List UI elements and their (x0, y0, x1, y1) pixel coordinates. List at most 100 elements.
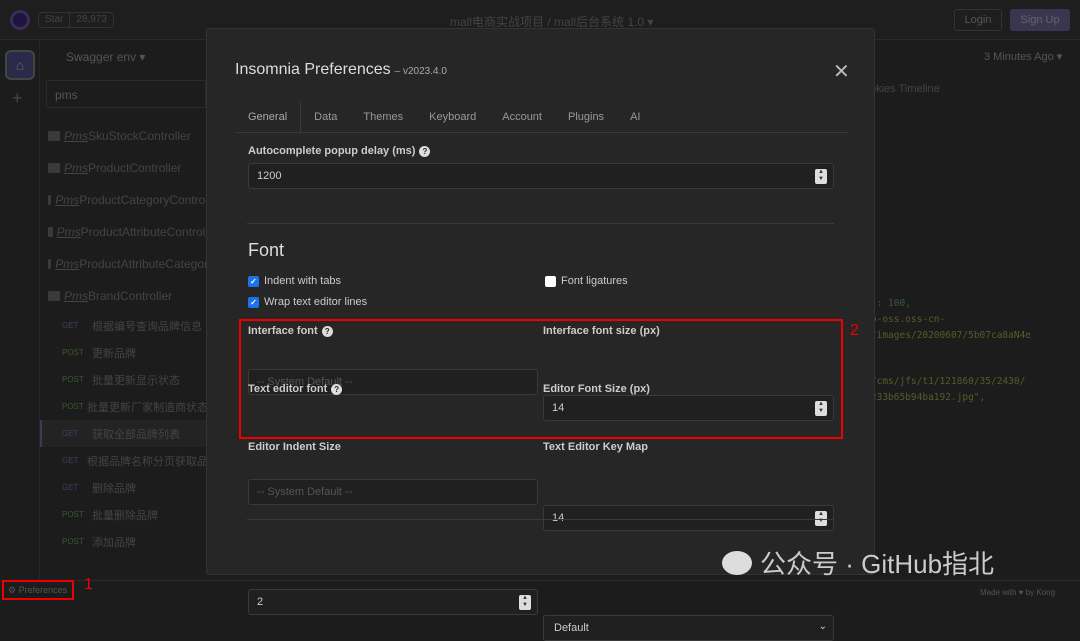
folder-name: ProductAttributeControll (80, 225, 208, 239)
folder-prefix: Pms (64, 161, 88, 175)
editor-font-input[interactable]: -- System Default -- (248, 479, 538, 505)
home-icon[interactable]: ⌂ (5, 50, 35, 80)
folder-item[interactable]: Pms SkuStockController (48, 120, 208, 152)
tab-plugins[interactable]: Plugins (555, 101, 617, 132)
help-icon[interactable]: ? (419, 145, 431, 157)
method-badge: POST (62, 510, 84, 519)
value: 2 (257, 596, 264, 608)
chevron-down-icon: ⌄ (818, 621, 827, 632)
tab-themes[interactable]: Themes (350, 101, 416, 132)
preferences-tabs: General Data Themes Keyboard Account Plugins A… (235, 101, 848, 133)
method-badge: POST (62, 348, 84, 357)
request-item[interactable]: GET 删除品牌 (48, 474, 208, 501)
tab-general[interactable]: General (235, 101, 302, 132)
request-item[interactable]: POST 更新品牌 (48, 339, 208, 366)
folder-item[interactable]: Pms ProductAttributeCategor (48, 248, 208, 280)
preferences-modal: Insomnia Preferences – v2023.4.0 ✕ Genera… (206, 28, 875, 641)
tab-ai[interactable]: AI (617, 101, 653, 132)
left-rail (0, 40, 40, 580)
tab-keyboard[interactable]: Keyboard (416, 101, 489, 132)
request-name: 更新品牌 (92, 347, 136, 360)
request-name: 批量删除品牌 (92, 509, 158, 522)
login-button[interactable]: Login (954, 9, 1002, 31)
close-icon[interactable]: ✕ (833, 59, 850, 84)
folder-name: ProductAttributeCategor (79, 257, 208, 271)
star-count: 28,973 (69, 13, 113, 27)
insomnia-logo[interactable] (10, 10, 30, 30)
editor-font-size-input[interactable]: 14 ▲ ▼ (543, 505, 834, 531)
version: – v2023.4.0 (394, 66, 447, 77)
label: Wrap text editor lines (264, 296, 368, 308)
folder-prefix: Pms (55, 193, 80, 207)
folder-icon (48, 227, 53, 237)
divider (247, 223, 834, 224)
tab-account[interactable]: Account (489, 101, 555, 132)
environment-selector[interactable]: Swagger env ▾ (66, 50, 145, 64)
method-badge: POST (62, 402, 84, 411)
signup-button[interactable]: Sign Up (1010, 9, 1070, 31)
folder-item[interactable]: Pms BrandController (48, 280, 208, 312)
label: Indent with tabs (264, 275, 342, 287)
stepper-icon[interactable]: ▲ ▼ (519, 595, 531, 610)
project-name[interactable]: mall电商实战项目 (450, 15, 544, 29)
github-star-button[interactable]: Star 28,973 (38, 12, 114, 28)
label: Font ligatures (561, 275, 628, 287)
folder-name: ProductController (88, 161, 182, 175)
request-name: 批量更新厂家制造商状态 (87, 401, 208, 414)
modal-title: Insomnia Preferences – v2023.4.0 (235, 61, 447, 79)
made-with-kong: Made with ♥ by Kong (980, 588, 1056, 597)
stepper-icon[interactable]: ▲ ▼ (815, 169, 827, 184)
request-item[interactable]: POST 批量删除品牌 (48, 501, 208, 528)
wechat-icon (722, 550, 752, 575)
response-history[interactable]: 3 Minutes Ago ▾ (984, 50, 1062, 63)
request-item[interactable]: GET 获取全部品牌列表 (40, 420, 208, 447)
sidebar-search-input[interactable]: pms (46, 80, 206, 108)
indent-tabs-checkbox[interactable]: ✓ Indent with tabs (248, 275, 341, 287)
method-badge: GET (62, 483, 79, 492)
tab-data[interactable]: Data (301, 101, 350, 132)
font-ligatures-checkbox[interactable]: Font ligatures (545, 275, 628, 287)
request-item[interactable]: POST 批量更新显示状态 (48, 366, 208, 393)
document-name[interactable]: mall后台系统 1.0 ▾ (554, 15, 653, 29)
folder-name: SkuStockController (88, 129, 191, 143)
request-tree: Pms SkuStockController Pms ProductControlle… (40, 120, 208, 555)
checkbox-unchecked-icon[interactable] (545, 275, 556, 287)
folder-prefix: Pms (56, 225, 81, 239)
title-text: Insomnia Preferences (235, 61, 391, 78)
wrap-lines-checkbox[interactable]: ✓ Wrap text editor lines (248, 296, 367, 308)
folder-icon (48, 163, 60, 173)
checkbox-checked-icon[interactable]: ✓ (248, 296, 259, 308)
folder-icon (48, 291, 60, 301)
method-badge: POST (62, 375, 84, 384)
font-heading: Font (248, 240, 285, 260)
autocomplete-delay-input[interactable]: 1200 ▲ ▼ (248, 163, 834, 189)
keymap-select[interactable]: Default ⌄ (543, 615, 834, 641)
indent-size-input[interactable]: 2 ▲ ▼ (248, 589, 538, 615)
request-name: 根据编号查询品牌信息 (92, 320, 202, 333)
status-bar (0, 580, 1080, 604)
folder-item[interactable]: Pms ProductController (48, 152, 208, 184)
request-name: 根据品牌名称分页获取品 (87, 455, 208, 468)
request-item[interactable]: GET 根据编号查询品牌信息 (48, 312, 208, 339)
autocomplete-label: Autocomplete popup delay (ms)? (248, 145, 431, 157)
request-name: 添加品牌 (92, 536, 136, 549)
request-name: 获取全部品牌列表 (92, 428, 180, 441)
folder-icon (48, 259, 52, 269)
watermark: 公众号 · GitHub指北 (722, 544, 994, 581)
preferences-button[interactable]: ⚙ Preferences (2, 580, 74, 600)
request-item[interactable]: GET 根据品牌名称分页获取品 (48, 447, 208, 474)
divider (247, 519, 834, 520)
method-badge: GET (62, 321, 79, 330)
folder-name: BrandController (88, 289, 173, 303)
annotation-2: 2 (850, 322, 859, 339)
request-item[interactable]: POST 批量更新厂家制造商状态 (48, 393, 208, 420)
checkbox-checked-icon[interactable]: ✓ (248, 275, 259, 287)
request-item[interactable]: POST 添加品牌 (48, 528, 208, 555)
folder-item[interactable]: Pms ProductCategoryControl (48, 184, 208, 216)
method-badge: POST (62, 537, 84, 546)
folder-item[interactable]: Pms ProductAttributeControll (48, 216, 208, 248)
method-badge: GET (62, 456, 79, 465)
response-code-line: mall/images/20200607/5b07ca8aN4e (848, 330, 1032, 341)
response-tabs[interactable]: okies Timeline (870, 83, 940, 95)
plus-icon[interactable]: + (12, 88, 23, 109)
